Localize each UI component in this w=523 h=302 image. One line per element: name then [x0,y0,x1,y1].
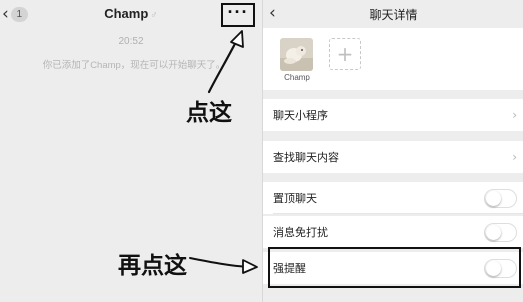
cell-label: 查找聊天内容 [273,152,339,164]
annotation-click-here-again: 再点这 [118,252,187,278]
more-button[interactable]: ··· [221,3,255,27]
avatar[interactable] [280,38,313,71]
more-icon: ··· [227,2,249,22]
mute-toggle[interactable] [484,222,517,242]
strong-reminder-toggle[interactable] [484,258,517,278]
toggle-knob [486,190,501,206]
gender-icon: ♂ [150,10,158,21]
message-timestamp: 20:52 [118,36,144,47]
chat-title: Champ [104,6,149,21]
avatar-image [280,38,313,71]
chevron-right-icon: › [512,108,517,122]
details-title: 聊天详情 [369,8,418,22]
members-card: Champ + [263,28,523,90]
toggle-knob [486,224,501,240]
search-chat-history-item[interactable]: 查找聊天内容 › [263,141,523,173]
details-header: ‹ 聊天详情 [263,0,523,28]
plus-icon: + [336,42,354,66]
system-message: 你已添加了Champ，现在可以开始聊天了。 [42,60,226,71]
mute-notifications-item: 消息免打扰 [263,216,523,248]
divider [273,213,523,214]
toggle-knob [486,260,501,276]
add-member-button[interactable]: + [329,38,361,70]
chat-details-panel: ‹ 聊天详情 Champ + 聊天小程序 › 查找聊天内容 › 置顶聊天 消息免… [262,0,523,302]
strong-reminder-item: 强提醒 [263,252,523,284]
chat-mini-programs-item[interactable]: 聊天小程序 › [263,99,523,131]
cell-label: 强提醒 [273,263,306,275]
chat-header: ‹ 1 Champ ♂ ··· [0,0,262,28]
sticky-toggle[interactable] [484,188,517,208]
member-name: Champ [284,73,310,82]
chevron-right-icon: › [512,150,517,164]
cell-label: 聊天小程序 [273,110,328,122]
sticky-on-top-item: 置顶聊天 [263,182,523,214]
annotation-click-here: 点这 [186,99,232,125]
cell-label: 消息免打扰 [273,227,328,239]
cell-label: 置顶聊天 [273,193,317,205]
